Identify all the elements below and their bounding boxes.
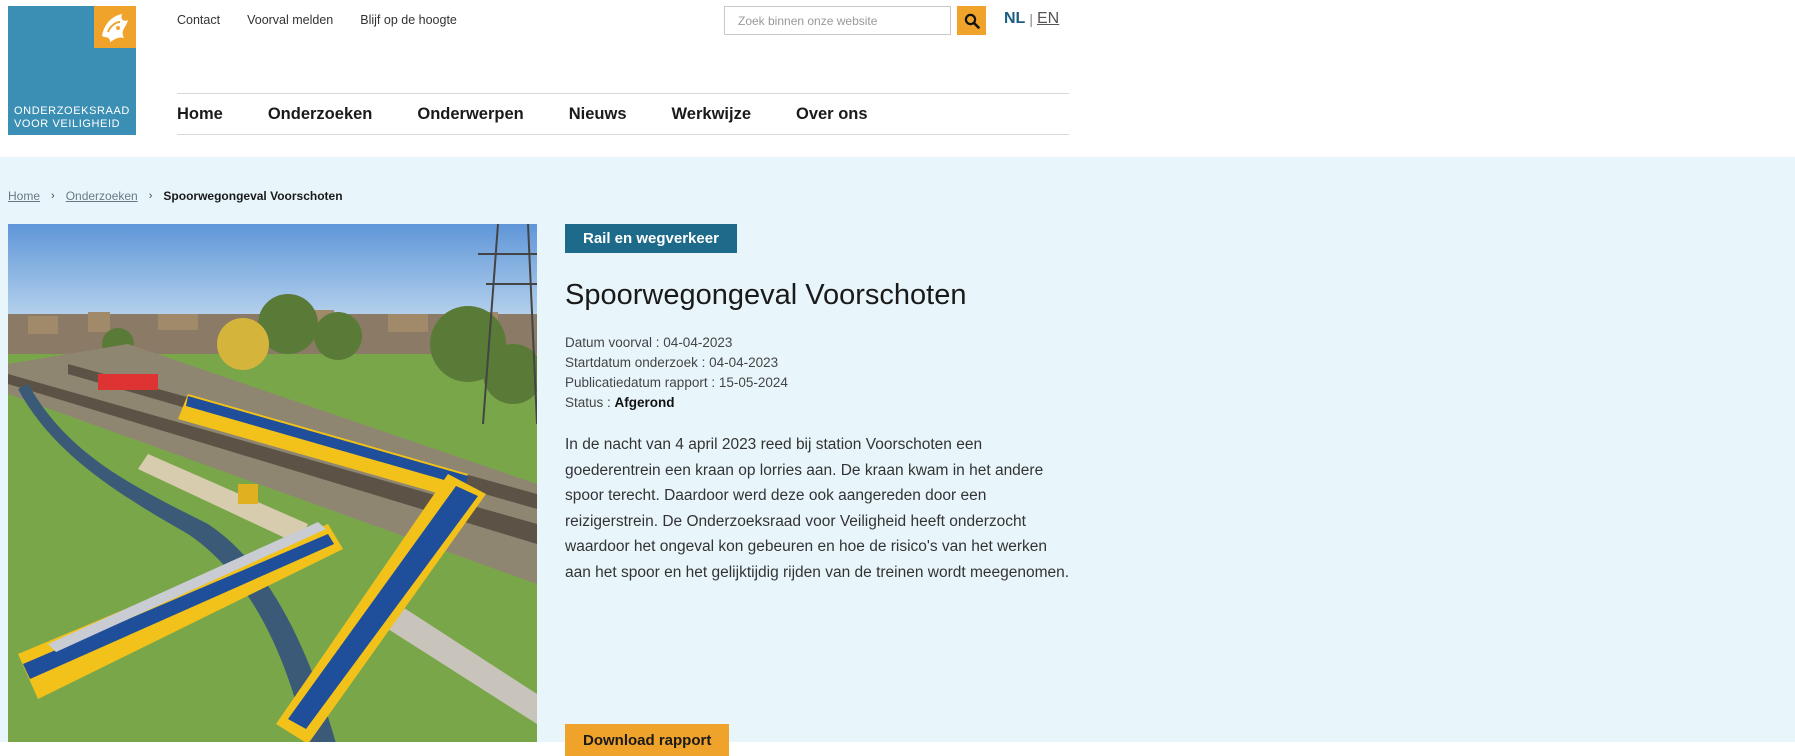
nav-home[interactable]: Home [177, 105, 223, 124]
nav-nieuws[interactable]: Nieuws [569, 105, 627, 124]
category-tag[interactable]: Rail en wegverkeer [565, 224, 737, 253]
meta-status: Status : Afgerond [565, 395, 675, 410]
meta-publicatiedatum: Publicatiedatum rapport : 15-05-2024 [565, 375, 788, 390]
site-header: ONDERZOEKSRAAD VOOR VEILIGHEID Contact V… [0, 0, 1795, 157]
ovv-logo[interactable]: ONDERZOEKSRAAD VOOR VEILIGHEID [8, 6, 136, 135]
breadcrumb-home[interactable]: Home [8, 189, 40, 203]
utility-links: Contact Voorval melden Blijf op de hoogt… [177, 13, 457, 27]
meta-datum-voorval: Datum voorval : 04-04-2023 [565, 335, 733, 350]
language-nl[interactable]: NL [1004, 10, 1025, 28]
page-title: Spoorwegongeval Voorschoten [565, 279, 967, 311]
chevron-right-icon: › [148, 190, 153, 202]
meta-startdatum: Startdatum onderzoek : 04-04-2023 [565, 355, 779, 370]
investigation-hero: Home › Onderzoeken › Spoorwegongeval Voo… [0, 157, 1795, 750]
nav-over-ons[interactable]: Over ons [796, 105, 868, 124]
search-icon [964, 13, 980, 29]
nav-werkwijze[interactable]: Werkwijze [672, 105, 751, 124]
search-input[interactable]: Zoek binnen onze website [724, 6, 951, 35]
nav-onderzoeken[interactable]: Onderzoeken [268, 105, 373, 124]
investigation-meta: Datum voorval : 04-04-2023 Startdatum on… [565, 333, 788, 413]
status-badge: Afgerond [614, 395, 675, 410]
language-switcher: NL | EN [1004, 10, 1059, 28]
main-navigation: Home Onderzoeken Onderwerpen Nieuws Werk… [177, 93, 1069, 135]
search-button[interactable] [957, 6, 986, 35]
logo-wordmark: ONDERZOEKSRAAD VOOR VEILIGHEID [14, 105, 130, 130]
blijf-op-de-hoogte-link[interactable]: Blijf op de hoogte [360, 13, 457, 27]
breadcrumb-current: Spoorwegongeval Voorschoten [163, 189, 343, 203]
lion-emblem-icon [94, 6, 136, 48]
language-separator: | [1029, 11, 1033, 27]
accident-aerial-photo [8, 224, 537, 750]
voorval-melden-link[interactable]: Voorval melden [247, 13, 333, 27]
breadcrumb: Home › Onderzoeken › Spoorwegongeval Voo… [8, 189, 343, 203]
breadcrumb-onderzoeken[interactable]: Onderzoeken [66, 189, 138, 203]
page-bottom-strip [0, 742, 1795, 750]
intro-text: In de nacht van 4 april 2023 reed bij st… [565, 436, 1070, 581]
download-report-button[interactable]: Download rapport [565, 724, 730, 756]
nav-onderwerpen[interactable]: Onderwerpen [417, 105, 523, 124]
contact-link[interactable]: Contact [177, 13, 220, 27]
chevron-right-icon: › [51, 190, 55, 202]
language-en[interactable]: EN [1037, 10, 1059, 28]
